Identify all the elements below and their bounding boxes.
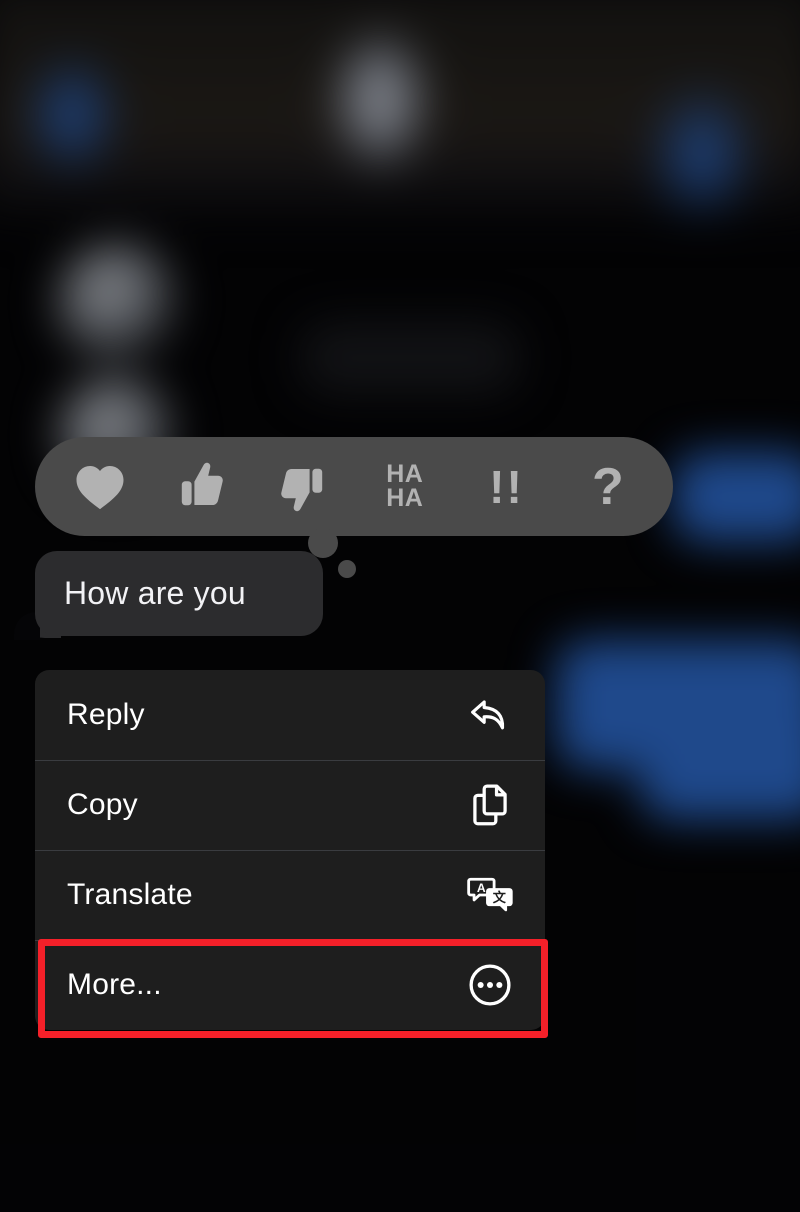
message-bubble[interactable]: How are you [35,551,323,636]
reaction-thumbs-up-icon[interactable] [160,451,242,523]
reaction-haha-icon[interactable]: HA HA [364,451,446,523]
phone-screen: HA HA !! ? How are you Reply Copy Transl… [0,0,800,1212]
menu-item-reply[interactable]: Reply [35,670,545,760]
reaction-question-mark-icon[interactable]: ? [567,451,649,523]
haha-line-1: HA [386,460,424,488]
menu-item-label: Translate [67,878,193,911]
menu-item-more[interactable]: More... [35,940,545,1030]
ellipsis-circle-icon [467,962,513,1008]
menu-item-copy[interactable]: Copy [35,760,545,850]
question-glyph: ? [591,457,625,516]
reaction-heart-icon[interactable] [59,451,141,523]
message-context-menu[interactable]: Reply Copy Translate A 文 More... [35,670,545,1030]
menu-item-label: More... [67,968,162,1001]
exclamation-glyph: !! [489,460,524,513]
reaction-thumbs-down-icon[interactable] [262,451,344,523]
haha-line-2: HA [386,483,424,512]
menu-item-label: Reply [67,698,145,731]
reaction-exclamation-icon[interactable]: !! [465,451,547,523]
reaction-bar-tail-small-dot [338,560,356,578]
menu-item-translate[interactable]: Translate A 文 [35,850,545,940]
copy-documents-icon [467,782,513,828]
svg-text:A: A [477,881,486,895]
svg-text:文: 文 [493,889,507,905]
message-text: How are you [64,575,246,611]
reaction-picker-bar[interactable]: HA HA !! ? [35,437,673,536]
menu-item-label: Copy [67,788,138,821]
translate-icon: A 文 [467,872,513,918]
reply-arrow-icon [467,692,513,738]
